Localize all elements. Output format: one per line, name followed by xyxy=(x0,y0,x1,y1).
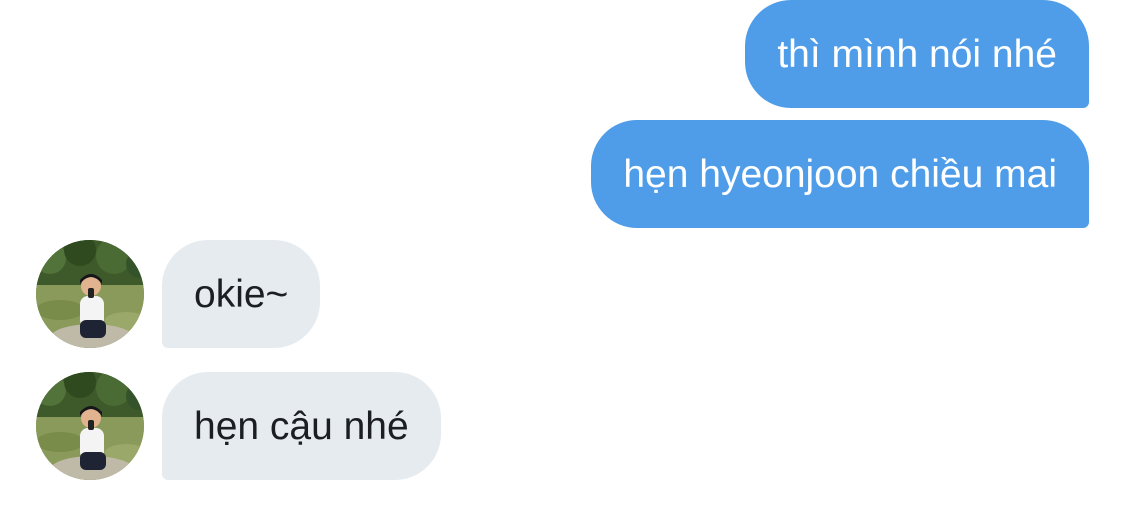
sent-message-bubble[interactable]: thì mình nói nhé xyxy=(745,0,1089,108)
contact-avatar[interactable] xyxy=(36,372,144,480)
avatar-photo-icon xyxy=(36,240,144,348)
avatar-photo-icon xyxy=(36,372,144,480)
sent-message-bubble[interactable]: hẹn hyeonjoon chiều mai xyxy=(591,120,1089,228)
received-message-bubble[interactable]: okie~ xyxy=(162,240,321,348)
received-message-bubble[interactable]: hẹn cậu nhé xyxy=(162,372,441,480)
contact-avatar[interactable] xyxy=(36,240,144,348)
